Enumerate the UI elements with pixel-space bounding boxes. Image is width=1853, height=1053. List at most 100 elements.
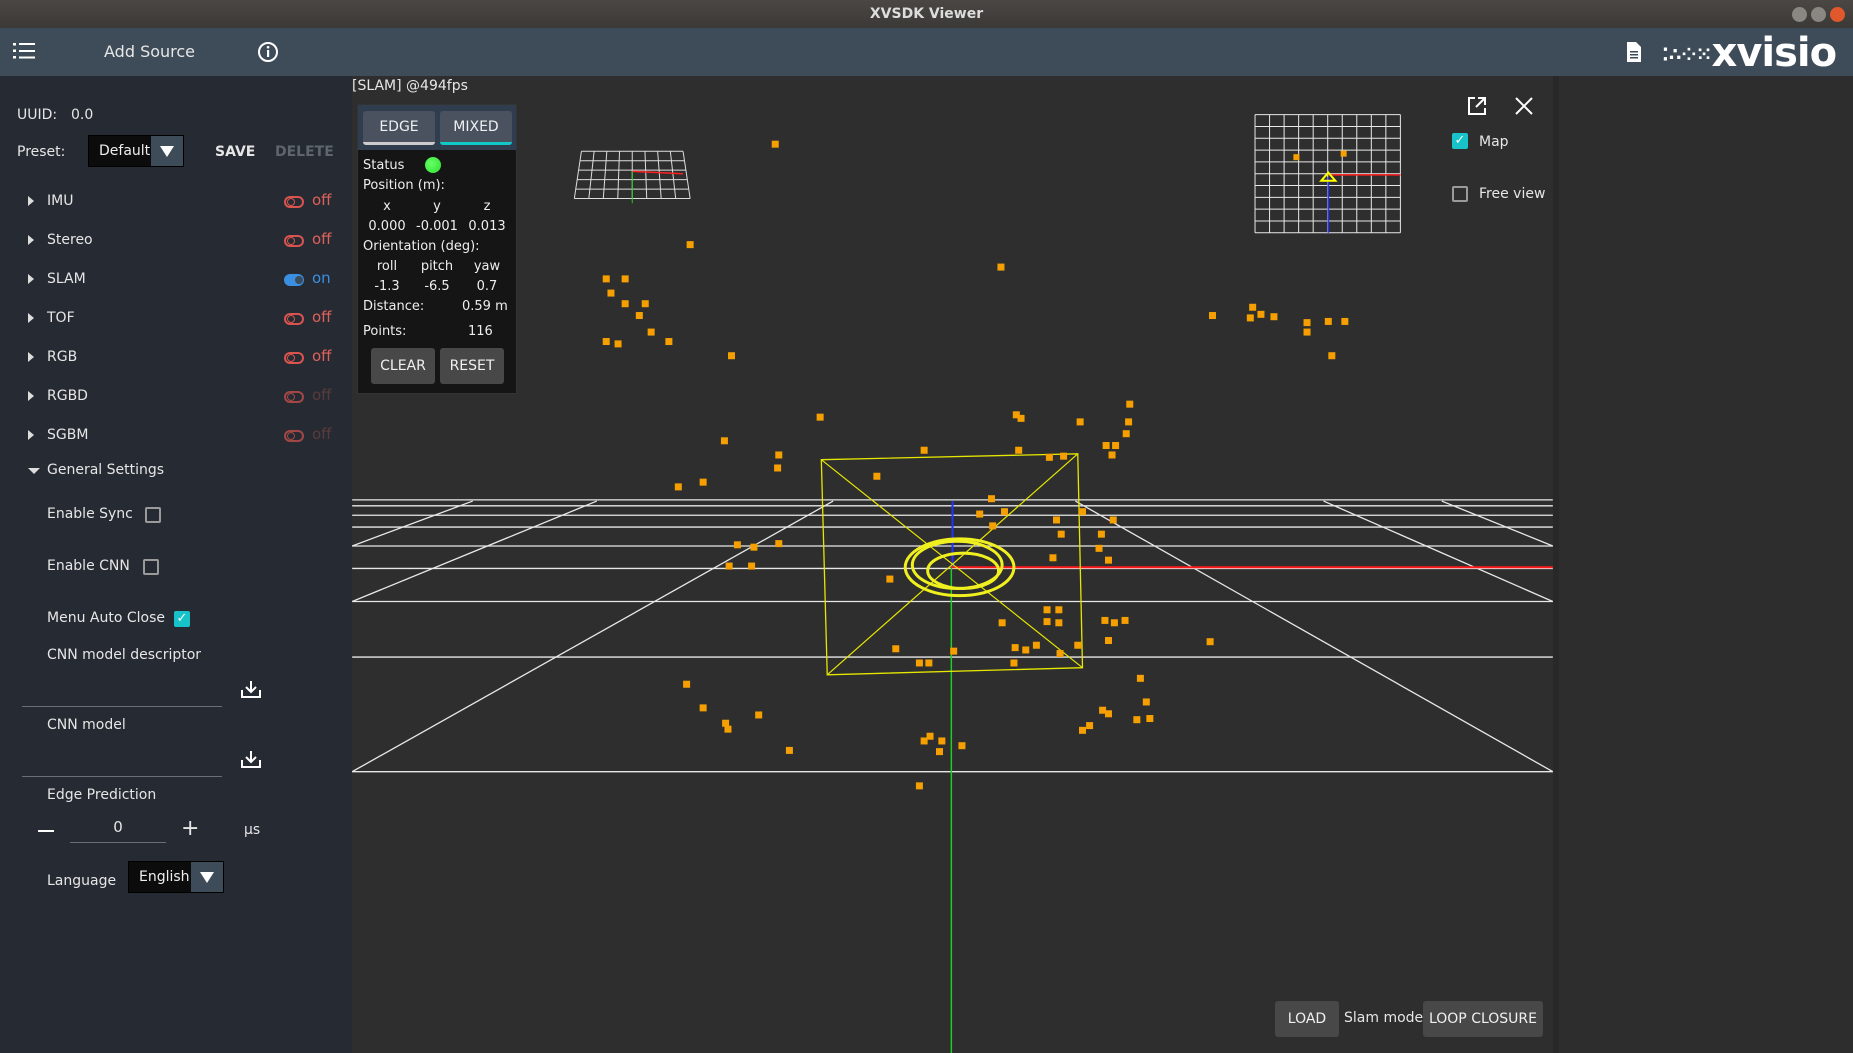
source-toggle[interactable] — [284, 196, 304, 208]
sidebar: UUID: 0.0 Preset: Default SAVE DELETE IM… — [0, 76, 352, 1053]
source-row-tof[interactable]: TOF off — [0, 307, 352, 331]
load-button[interactable]: LOAD — [1275, 1001, 1339, 1037]
info-icon[interactable] — [257, 41, 279, 63]
edge-unit-label: µs — [244, 822, 261, 838]
preset-select[interactable]: Default — [88, 135, 184, 167]
map-point — [886, 575, 894, 583]
enable-sync-checkbox[interactable] — [145, 507, 161, 523]
edge-prediction-input[interactable]: 0 — [70, 818, 166, 836]
pos-z-value: 0.013 — [468, 219, 506, 234]
cnn-descriptor-label: CNN model descriptor — [47, 647, 202, 663]
map-point — [950, 647, 958, 655]
source-state: off — [312, 230, 332, 248]
map-point — [1206, 638, 1214, 646]
source-toggle — [284, 430, 304, 442]
cnn-descriptor-input[interactable] — [22, 706, 222, 707]
status-indicator — [425, 157, 441, 173]
cnn-model-input[interactable] — [22, 776, 222, 777]
map-point — [665, 338, 673, 346]
grid-line — [1323, 500, 1553, 603]
caret-right-icon — [28, 352, 34, 362]
map-point — [614, 340, 622, 348]
edge-prediction-underline — [70, 842, 166, 843]
map-point — [1121, 616, 1129, 624]
source-row-slam[interactable]: SLAM on — [0, 268, 352, 292]
map-point — [1109, 516, 1117, 524]
map-point — [1340, 150, 1347, 157]
clear-button[interactable]: CLEAR — [371, 348, 435, 384]
thumb-grid-line — [657, 151, 662, 199]
menu-list-icon[interactable] — [13, 43, 35, 59]
language-value: English — [139, 869, 190, 885]
document-icon[interactable] — [1626, 42, 1642, 62]
popout-icon[interactable] — [1466, 95, 1488, 117]
map-point — [873, 472, 881, 480]
map-point — [720, 437, 728, 445]
enable-sync-label: Enable Sync — [47, 506, 133, 522]
download-icon[interactable] — [241, 750, 261, 768]
tab-edge[interactable]: EDGE — [363, 111, 435, 145]
map-point — [1142, 698, 1150, 706]
download-icon[interactable] — [241, 680, 261, 698]
map-point — [1045, 453, 1053, 461]
source-toggle[interactable] — [284, 313, 304, 325]
general-settings-header[interactable]: General Settings — [47, 462, 164, 478]
pitch-label: pitch — [420, 259, 454, 274]
source-toggle[interactable] — [284, 352, 304, 364]
close-window-button[interactable] — [1830, 7, 1845, 22]
save-button[interactable]: SAVE — [215, 144, 255, 160]
map-point — [1057, 530, 1065, 538]
source-row-rgbd[interactable]: RGBD off — [0, 385, 352, 409]
minimize-button[interactable] — [1792, 7, 1807, 22]
reset-button[interactable]: RESET — [440, 348, 504, 384]
source-row-rgb[interactable]: RGB off — [0, 346, 352, 370]
plus-button[interactable]: + — [181, 816, 199, 841]
map-point — [925, 659, 933, 667]
source-toggle[interactable] — [284, 274, 304, 286]
map-point — [699, 704, 707, 712]
add-source-button[interactable]: Add Source — [104, 42, 195, 61]
map-point — [1032, 641, 1040, 649]
map-point — [607, 289, 615, 297]
free-view-checkbox[interactable] — [1452, 186, 1468, 202]
map-point — [1052, 516, 1060, 524]
source-state: off — [312, 347, 332, 365]
close-icon[interactable] — [1514, 96, 1534, 116]
slam-mode-label: Slam mode — [1344, 1010, 1424, 1026]
source-row-sgbm[interactable]: SGBM off — [0, 424, 352, 448]
caret-right-icon — [28, 196, 34, 206]
slam-3d-viewer[interactable]: [SLAM] @494fps — [352, 76, 1553, 1053]
map-point — [958, 742, 966, 750]
thumb-grid-line — [669, 151, 677, 199]
map-point — [1122, 430, 1130, 438]
loop-closure-button[interactable]: LOOP CLOSURE — [1423, 1001, 1543, 1037]
window-title: XVSDK Viewer — [869, 6, 984, 22]
distance-label: Distance: — [363, 299, 425, 314]
minus-button[interactable] — [38, 830, 54, 832]
source-label: Stereo — [47, 232, 93, 248]
map-point — [1246, 314, 1254, 322]
map-checkbox[interactable]: ✓ — [1452, 133, 1468, 149]
enable-cnn-checkbox[interactable] — [143, 559, 159, 575]
source-row-stereo[interactable]: Stereo off — [0, 229, 352, 253]
map-point — [1104, 710, 1112, 718]
maximize-button[interactable] — [1811, 7, 1826, 22]
menu-auto-close-checkbox[interactable]: ✓ — [174, 611, 190, 627]
source-label: SGBM — [47, 427, 89, 443]
map-point — [771, 140, 779, 148]
thumb-grid-line — [602, 151, 608, 199]
grid-line — [1441, 500, 1553, 547]
free-view-label: Free view — [1479, 186, 1546, 202]
language-label: Language — [47, 873, 117, 889]
source-row-imu[interactable]: IMU off — [0, 190, 352, 214]
3d-scene[interactable] — [352, 76, 1553, 1053]
tab-mixed[interactable]: MIXED — [440, 111, 512, 145]
language-select[interactable]: English — [128, 861, 224, 893]
uuid-label: UUID: — [17, 107, 58, 123]
source-toggle[interactable] — [284, 235, 304, 247]
map-point — [1086, 722, 1094, 730]
pitch-value: -6.5 — [424, 279, 450, 294]
map-point — [621, 275, 629, 283]
map-point — [728, 352, 736, 360]
map-point — [1055, 619, 1063, 627]
